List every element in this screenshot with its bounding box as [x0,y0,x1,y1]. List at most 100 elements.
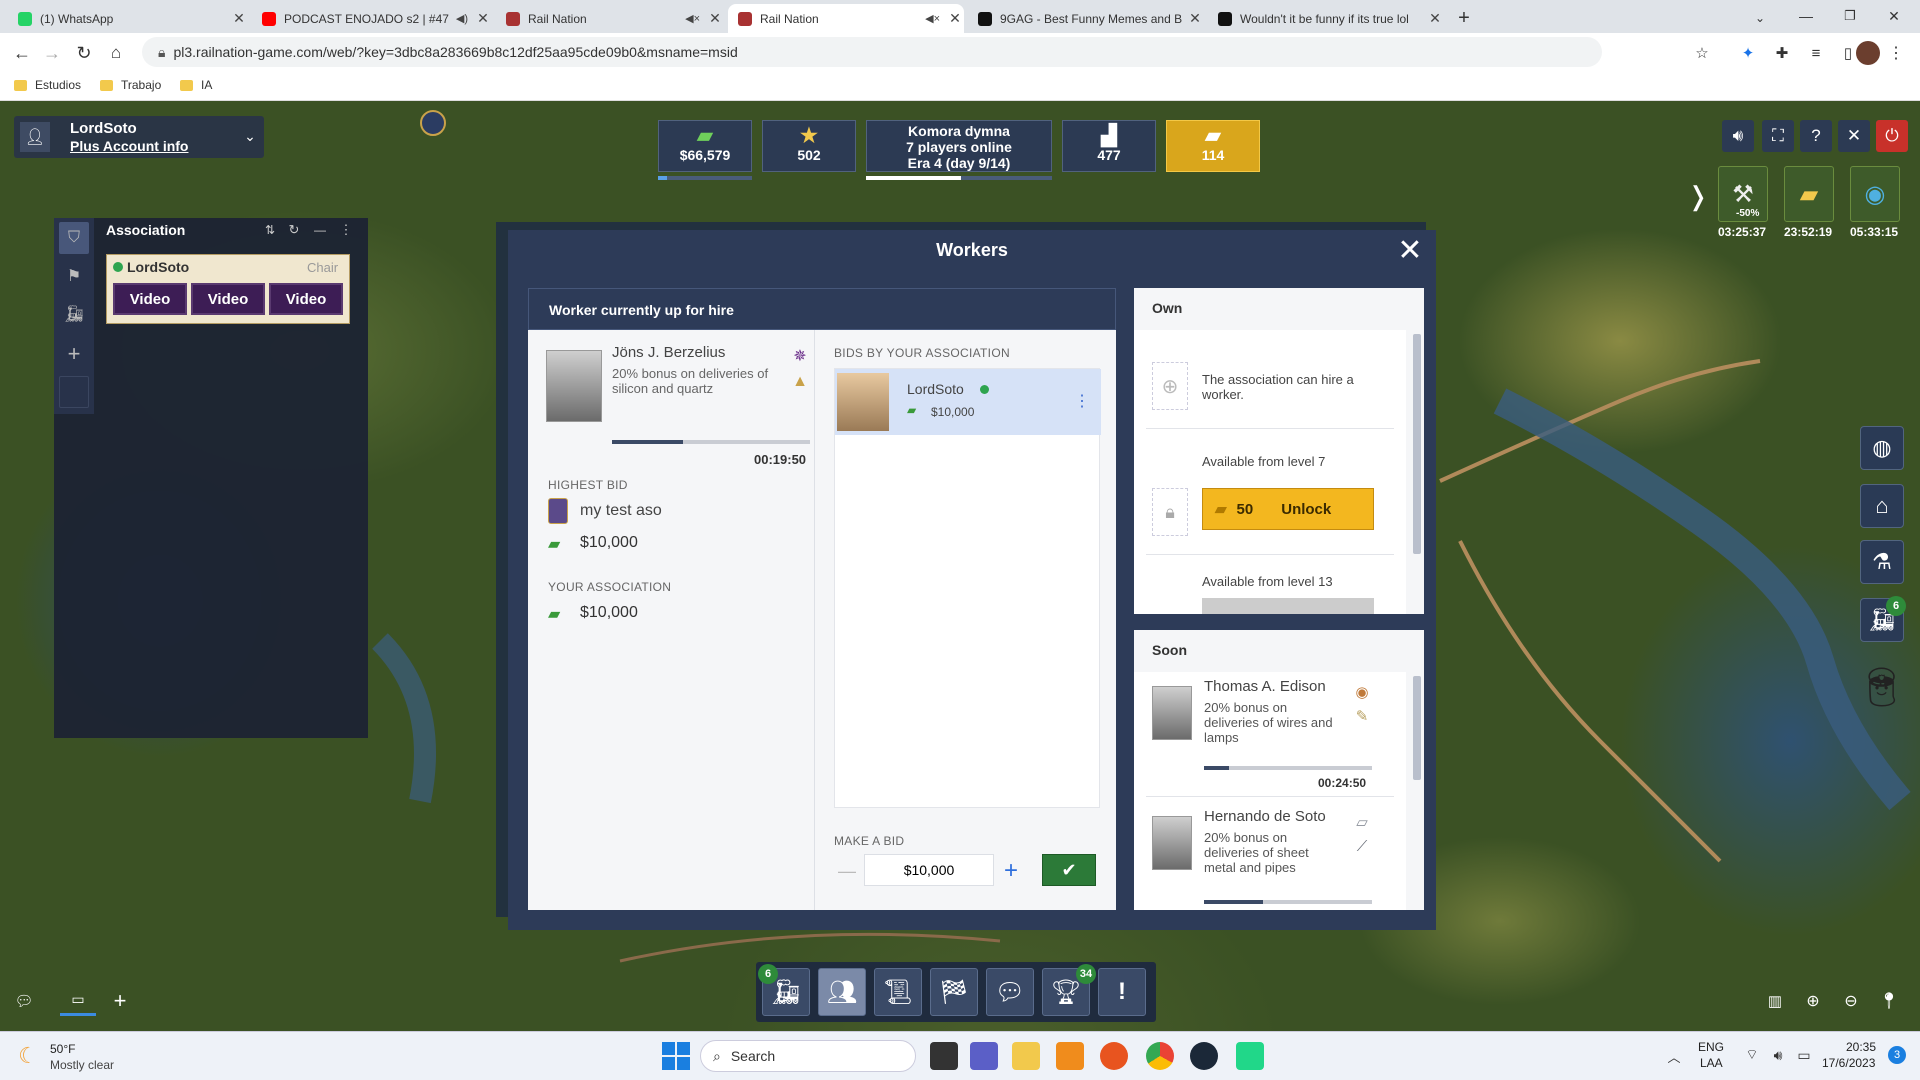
world-map-button[interactable]: ◍ [1860,426,1904,470]
close-window-button[interactable]: ✕ [1880,4,1908,28]
clock-time[interactable]: 20:35 [1846,1040,1876,1054]
bid-input[interactable] [864,854,994,886]
windows-start-icon[interactable] [662,1042,690,1070]
tab-whatsapp[interactable]: (1) WhatsApp ✕ [8,4,248,33]
workers-bottom-button[interactable]: 👥︎ [818,968,866,1016]
globe-boost-icon[interactable]: ◉ [1850,166,1900,222]
minimize-icon[interactable]: — [312,222,328,238]
station-button[interactable]: ⌂ [1860,484,1904,528]
gold-boost-icon[interactable]: ▰ [1784,166,1834,222]
tab-railnation-2[interactable]: Rail Nation ◀× ✕ [728,4,964,33]
battery-icon[interactable]: ▭ [1794,1044,1814,1066]
url-bar[interactable]: 🔒︎ pl3.railnation-game.com/web/?key=3dbc8… [142,37,1602,67]
firefox-icon[interactable] [1100,1042,1128,1070]
video-button-1[interactable]: Video [113,283,187,315]
wifi-icon[interactable]: ⌔ [1742,1044,1762,1066]
chevron-down-icon[interactable]: ⌄ [1748,6,1772,30]
documents-button[interactable]: 📜︎ [874,968,922,1016]
unlock-button[interactable]: ▰ 50 Unlock [1202,488,1374,530]
steam-icon[interactable] [1190,1042,1218,1070]
notification-badge[interactable]: 3 [1888,1046,1906,1064]
gold-resource[interactable]: ▰ 114 [1166,120,1260,172]
account-box[interactable]: 👤︎ LordSoto Plus Account info ⌄ [14,116,264,158]
close-icon[interactable]: ✕ [1392,232,1428,268]
maximize-button[interactable]: ❐ [1836,4,1864,28]
chrome-icon[interactable] [1146,1042,1174,1070]
chevron-up-icon[interactable]: ︿ [1664,1046,1684,1066]
teams-icon[interactable] [970,1042,998,1070]
sublime-icon[interactable] [1056,1042,1084,1070]
location-pin-icon[interactable]: 📍︎ [1876,988,1902,1014]
money-resource[interactable]: ▰ $66,579 [658,120,752,172]
own-scrollbar[interactable] [1413,334,1421,554]
refresh-icon[interactable]: ↻ [286,222,302,238]
chat-bottom-button[interactable]: 💬︎ [986,968,1034,1016]
help-icon[interactable]: ? [1800,120,1832,152]
video-button-2[interactable]: Video [191,283,265,315]
language[interactable]: ENG [1698,1040,1724,1054]
back-icon[interactable]: ← [10,41,34,65]
zoom-out-icon[interactable]: ⊖ [1838,988,1864,1014]
reload-icon[interactable]: ↻ [72,41,96,65]
bookmark-estudios[interactable]: Estudios [14,78,81,92]
soon-scrollbar[interactable] [1413,676,1421,780]
sort-icon[interactable]: ⇅ [262,222,278,238]
speaker-icon[interactable]: ◀) [456,12,468,25]
close-tab-icon[interactable]: ✕ [230,10,248,27]
chevron-down-icon[interactable]: ⌄ [240,126,260,146]
search-box[interactable]: ⌕ Search [700,1040,916,1072]
tab-9gag[interactable]: 9GAG - Best Funny Memes and B ✕ [968,4,1204,33]
new-tab-button[interactable]: + [1452,6,1476,30]
media-icon[interactable]: ≡ [1804,41,1828,65]
laboratory-button[interactable]: ⚗ [1860,540,1904,584]
volume-icon[interactable]: 🔊︎ [1768,1044,1788,1066]
puzzle-icon[interactable]: ✚ [1770,41,1794,65]
plus-icon[interactable]: + [106,986,134,1016]
sound-icon[interactable]: 🔊︎ [1722,120,1754,152]
home-icon[interactable]: ⌂ [104,41,128,65]
extension-icon[interactable]: ✦ [1736,41,1760,65]
train-icon[interactable]: 🚂︎ [59,298,89,330]
explorer-icon[interactable] [1012,1042,1040,1070]
shield-icon[interactable]: ⛉ [59,222,89,254]
bid-row[interactable]: LordSoto ▰ $10,000 ⋮ [835,369,1101,435]
bookmark-ia[interactable]: IA [180,78,212,92]
close-tab-icon[interactable]: ✕ [474,10,492,27]
prestige-resource[interactable]: ★ 502 [762,120,856,172]
close-tab-icon[interactable]: ✕ [706,10,724,27]
close-tab-icon[interactable]: ✕ [1426,10,1444,27]
zoom-in-icon[interactable]: ⊕ [1800,988,1826,1014]
plus-account-link[interactable]: Plus Account info [70,138,188,154]
confirm-bid-button[interactable]: ✔ [1042,854,1096,886]
close-tab-icon[interactable]: ✕ [946,10,964,27]
forward-icon[interactable]: → [40,41,64,65]
star-icon[interactable]: ☆ [1690,41,1714,65]
server-info[interactable]: Komora dymna 7 players online Era 4 (day… [866,120,1052,172]
windows-icon[interactable]: ▭ [60,986,96,1016]
tab-podcast[interactable]: PODCAST ENOJADO s2 | #47 ◀) ✕ [252,4,492,33]
muted-icon[interactable]: ◀× [685,12,700,25]
decrease-bid-button[interactable]: — [834,856,860,886]
settings-tools-icon[interactable]: ✕ [1838,120,1870,152]
pycharm-icon[interactable] [1236,1042,1264,1070]
keyboard-layout[interactable]: LAA [1700,1056,1723,1070]
minimize-button[interactable]: — [1792,4,1820,28]
weather-icon[interactable]: ☾ [14,1042,42,1070]
alerts-button[interactable]: ! [1098,968,1146,1016]
menu-icon[interactable]: ⋮ [1884,41,1908,65]
close-tab-icon[interactable]: ✕ [1186,10,1204,27]
clock-date[interactable]: 17/6/2023 [1822,1056,1875,1070]
rank-resource[interactable]: ▟ 477 [1062,120,1156,172]
checkered-flag-button[interactable]: 🏁︎ [930,968,978,1016]
plus-icon[interactable]: + [59,338,89,370]
map-icon[interactable]: ▥ [1762,988,1788,1014]
fullscreen-icon[interactable]: ⛶ [1762,120,1794,152]
more-icon[interactable]: ⋮ [1074,391,1090,411]
taskview-icon[interactable] [930,1042,958,1070]
bookmark-trabajo[interactable]: Trabajo [100,78,161,92]
muted-icon[interactable]: ◀× [925,12,940,25]
flag-icon[interactable]: ⚑ [59,260,89,292]
avatar[interactable] [1856,41,1880,65]
add-worker-slot-icon[interactable]: ⊕ [1152,362,1188,410]
increase-bid-button[interactable]: + [998,856,1024,886]
